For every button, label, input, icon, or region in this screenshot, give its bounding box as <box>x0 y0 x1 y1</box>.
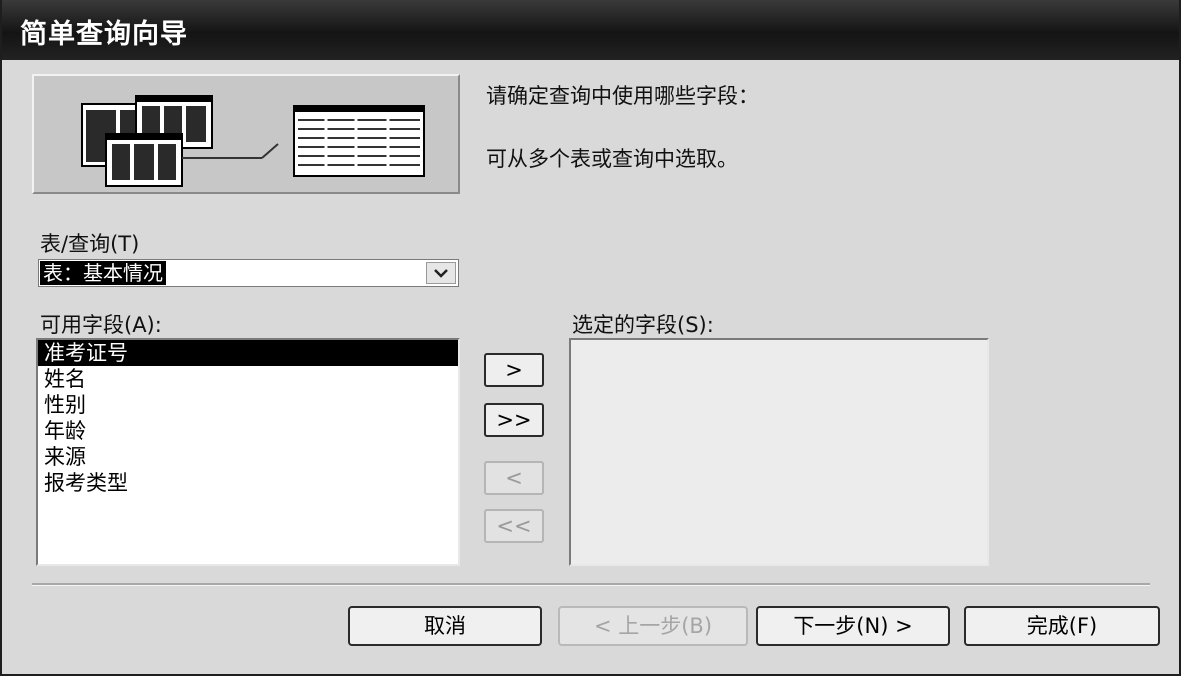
list-item[interactable]: 准考证号 <box>38 340 458 366</box>
cancel-button[interactable]: 取消 <box>348 606 542 646</box>
table-query-graphic-icon <box>81 95 425 187</box>
window-title: 简单查询向导 <box>20 19 188 50</box>
table-query-dropdown[interactable]: 表：基本情况 <box>38 259 459 287</box>
chevron-down-icon[interactable] <box>426 262 456 284</box>
back-button[interactable]: < 上一步(B) <box>558 606 748 646</box>
instruction-line-2: 可从多个表或查询中选取。 <box>486 147 738 171</box>
remove-all-fields-button[interactable]: << <box>484 509 544 543</box>
wizard-graphic <box>32 74 460 194</box>
add-all-fields-button[interactable]: >> <box>484 403 544 437</box>
list-item[interactable]: 年龄 <box>38 418 458 444</box>
add-field-button[interactable]: > <box>484 353 544 387</box>
table-query-selected-value: 表：基本情况 <box>40 261 166 285</box>
available-fields-list[interactable]: 准考证号 姓名 性别 年龄 来源 报考类型 <box>36 338 460 566</box>
simple-query-wizard-dialog: 简单查询向导 请确定查询中使用哪些字段： 可从多个表或查询中选取。 表/查询(T… <box>0 0 1181 676</box>
title-bar[interactable]: 简单查询向导 <box>2 0 1179 60</box>
footer-separator <box>32 583 1150 586</box>
instruction-line-1: 请确定查询中使用哪些字段： <box>486 84 759 108</box>
list-item[interactable]: 报考类型 <box>38 470 458 496</box>
next-button[interactable]: 下一步(N) > <box>756 606 950 646</box>
selected-fields-list[interactable] <box>569 338 989 566</box>
finish-button[interactable]: 完成(F) <box>964 606 1160 646</box>
available-fields-label: 可用字段(A): <box>40 313 162 337</box>
list-item[interactable]: 来源 <box>38 444 458 470</box>
list-item[interactable]: 性别 <box>38 392 458 418</box>
selected-fields-label: 选定的字段(S): <box>572 313 714 337</box>
table-query-label: 表/查询(T) <box>40 232 140 256</box>
list-item[interactable]: 姓名 <box>38 366 458 392</box>
remove-field-button[interactable]: < <box>484 461 544 495</box>
